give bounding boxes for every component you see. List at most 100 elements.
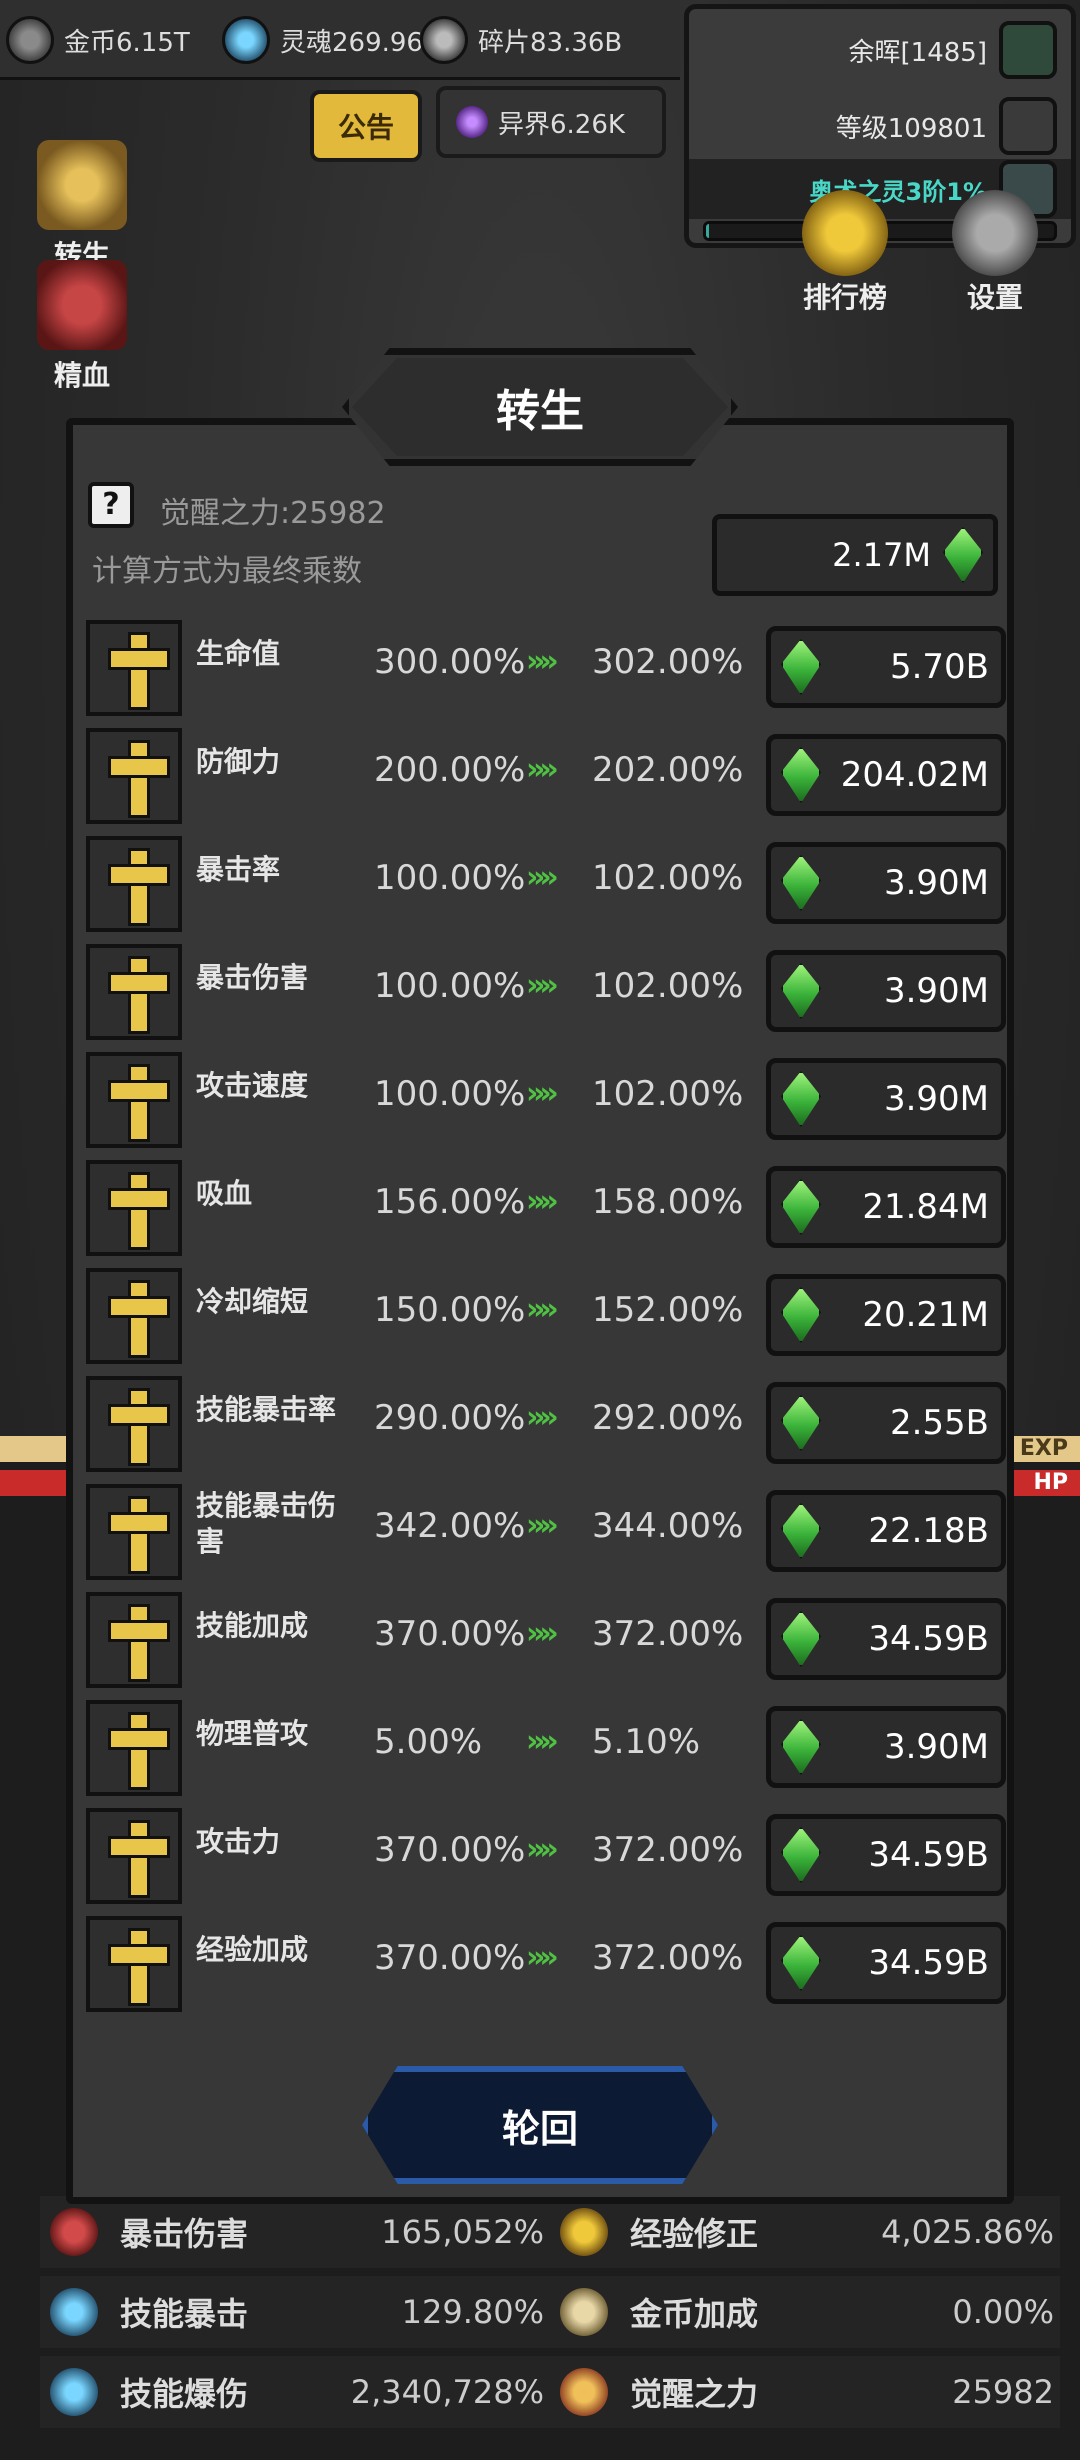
double-arrow-icon: »» (526, 1616, 559, 1651)
upgrade-name: 攻击速度 (196, 1069, 309, 1102)
current-value: 370.00% (374, 1938, 526, 1978)
notice-button[interactable]: 公告 (310, 90, 422, 162)
soul-icon (222, 16, 270, 64)
level-value: 等级109801 (835, 113, 987, 144)
stat-value: 2,340,728% (350, 2373, 544, 2411)
upgrade-cost-button[interactable]: 22.18B (766, 1490, 1006, 1572)
stat-value: 129.80% (401, 2293, 544, 2331)
stat-skill-crit: 技能暴击 129.80% (40, 2276, 550, 2348)
upgrade-name: 暴击伤害 (196, 961, 309, 994)
golden-cross-icon (86, 620, 182, 716)
resource-bar: 金币6.15T 灵魂269.96 碎片83.36B (0, 0, 680, 80)
cost-value: 5.70B (889, 647, 989, 687)
next-value: 292.00% (592, 1398, 744, 1438)
upgrade-cost-button[interactable]: 21.84M (766, 1166, 1006, 1248)
otherworld-value: 异界6.26K (498, 109, 625, 140)
double-arrow-icon: »» (526, 860, 559, 895)
golden-cross-icon (86, 1592, 182, 1688)
upgrade-cost-button[interactable]: 3.90M (766, 1058, 1006, 1140)
upgrade-cost-button[interactable]: 3.90M (766, 950, 1006, 1032)
awaken-power-text: 觉醒之力:25982 (160, 496, 386, 531)
stat-value: 4,025.86% (881, 2213, 1054, 2251)
cost-value: 204.02M (840, 755, 989, 795)
cost-value: 2.55B (889, 1403, 989, 1443)
level-row[interactable]: 等级109801 (836, 97, 1057, 155)
fragment-value: 碎片83.36B (478, 27, 623, 58)
green-gem-icon (781, 747, 821, 803)
double-arrow-icon: »» (526, 1292, 559, 1327)
upgrade-cost-button[interactable]: 2.55B (766, 1382, 1006, 1464)
upgrade-name: 经验加成 (196, 1933, 309, 1966)
green-gem-icon (943, 527, 983, 583)
green-gem-icon (781, 1827, 821, 1883)
gold-resource: 金币6.15T (6, 16, 190, 64)
upgrade-name: 技能暴击伤害 (196, 1489, 337, 1558)
double-arrow-icon: »» (526, 1832, 559, 1867)
upgrade-cost-button[interactable]: 34.59B (766, 1922, 1006, 2004)
help-button[interactable]: ? (88, 482, 134, 528)
green-gem-icon (781, 1395, 821, 1451)
reincarnate-button[interactable]: 轮回 (362, 2066, 718, 2184)
green-gem-icon (781, 1935, 821, 1991)
current-value: 200.00% (374, 750, 526, 790)
upgrade-row: 攻击速度 100.00%»» 102.00% 3.90M (74, 1044, 1014, 1152)
trophy-icon (802, 190, 888, 276)
current-value: 342.00% (374, 1506, 526, 1546)
afterglow-row[interactable]: 余晖[1485] (849, 21, 1057, 79)
crown-icon (999, 97, 1057, 155)
double-arrow-icon: »» (526, 1076, 559, 1111)
upgrade-row: 冷却缩短 150.00%»» 152.00% 20.21M (74, 1260, 1014, 1368)
crit-damage-icon (50, 2208, 98, 2256)
green-gem-icon (781, 855, 821, 911)
ranking-button[interactable]: 排行榜 (790, 190, 900, 316)
total-cost-display: 2.17M (712, 514, 998, 596)
green-gem-icon (781, 963, 821, 1019)
fragment-icon (420, 16, 468, 64)
cost-value: 3.90M (883, 1079, 989, 1119)
green-gem-icon (781, 639, 821, 695)
sidebar-item-rebirth[interactable]: 转生 (22, 140, 142, 274)
next-value: 102.00% (592, 1074, 744, 1114)
golden-cross-icon (86, 1376, 182, 1472)
sidebar-item-blood[interactable]: 精血 (22, 260, 142, 394)
next-value: 344.00% (592, 1506, 744, 1546)
upgrade-name: 攻击力 (196, 1825, 281, 1858)
golden-cross-icon (86, 1484, 182, 1580)
current-value: 100.00% (374, 966, 526, 1006)
upgrade-cost-button[interactable]: 3.90M (766, 842, 1006, 924)
otherworld-button[interactable]: 异界6.26K (436, 86, 666, 158)
hp-label: HP (1033, 1470, 1068, 1495)
upgrade-cost-button[interactable]: 3.90M (766, 1706, 1006, 1788)
current-value: 290.00% (374, 1398, 526, 1438)
upgrade-cost-button[interactable]: 34.59B (766, 1814, 1006, 1896)
coin-icon (560, 2288, 608, 2336)
current-value: 100.00% (374, 1074, 526, 1114)
next-value: 158.00% (592, 1182, 744, 1222)
gear-icon (952, 190, 1038, 276)
calculation-note: 计算方式为最终乘数 (92, 554, 362, 589)
golden-cross-icon (86, 1160, 182, 1256)
arcane-progress-fill (706, 224, 710, 238)
current-value: 5.00% (374, 1722, 483, 1762)
upgrade-row: 物理普攻 5.00% »» 5.10% 3.90M (74, 1692, 1014, 1800)
dialog-title: 转生 (352, 358, 728, 456)
sun-icon (560, 2368, 608, 2416)
upgrade-name: 防御力 (196, 745, 281, 778)
stat-awaken-power: 觉醒之力 25982 (550, 2356, 1060, 2428)
green-gem-icon (781, 1179, 821, 1235)
total-cost-value: 2.17M (832, 536, 931, 574)
double-arrow-icon: »» (526, 968, 559, 1003)
upgrade-cost-button[interactable]: 204.02M (766, 734, 1006, 816)
upgrade-cost-button[interactable]: 34.59B (766, 1598, 1006, 1680)
exp-label: EXP (1019, 1436, 1068, 1461)
soul-resource: 灵魂269.96 (222, 16, 423, 64)
upgrade-cost-button[interactable]: 20.21M (766, 1274, 1006, 1356)
current-value: 370.00% (374, 1614, 526, 1654)
cross-icon (37, 140, 127, 230)
upgrade-list[interactable]: 生命值 300.00%»» 302.00% 5.70B 防御力 200.00%»» 202.… (74, 612, 1014, 2040)
current-value: 150.00% (374, 1290, 526, 1330)
double-arrow-icon: »» (526, 752, 559, 787)
upgrade-name: 生命值 (196, 637, 281, 670)
settings-button[interactable]: 设置 (940, 190, 1050, 316)
upgrade-cost-button[interactable]: 5.70B (766, 626, 1006, 708)
